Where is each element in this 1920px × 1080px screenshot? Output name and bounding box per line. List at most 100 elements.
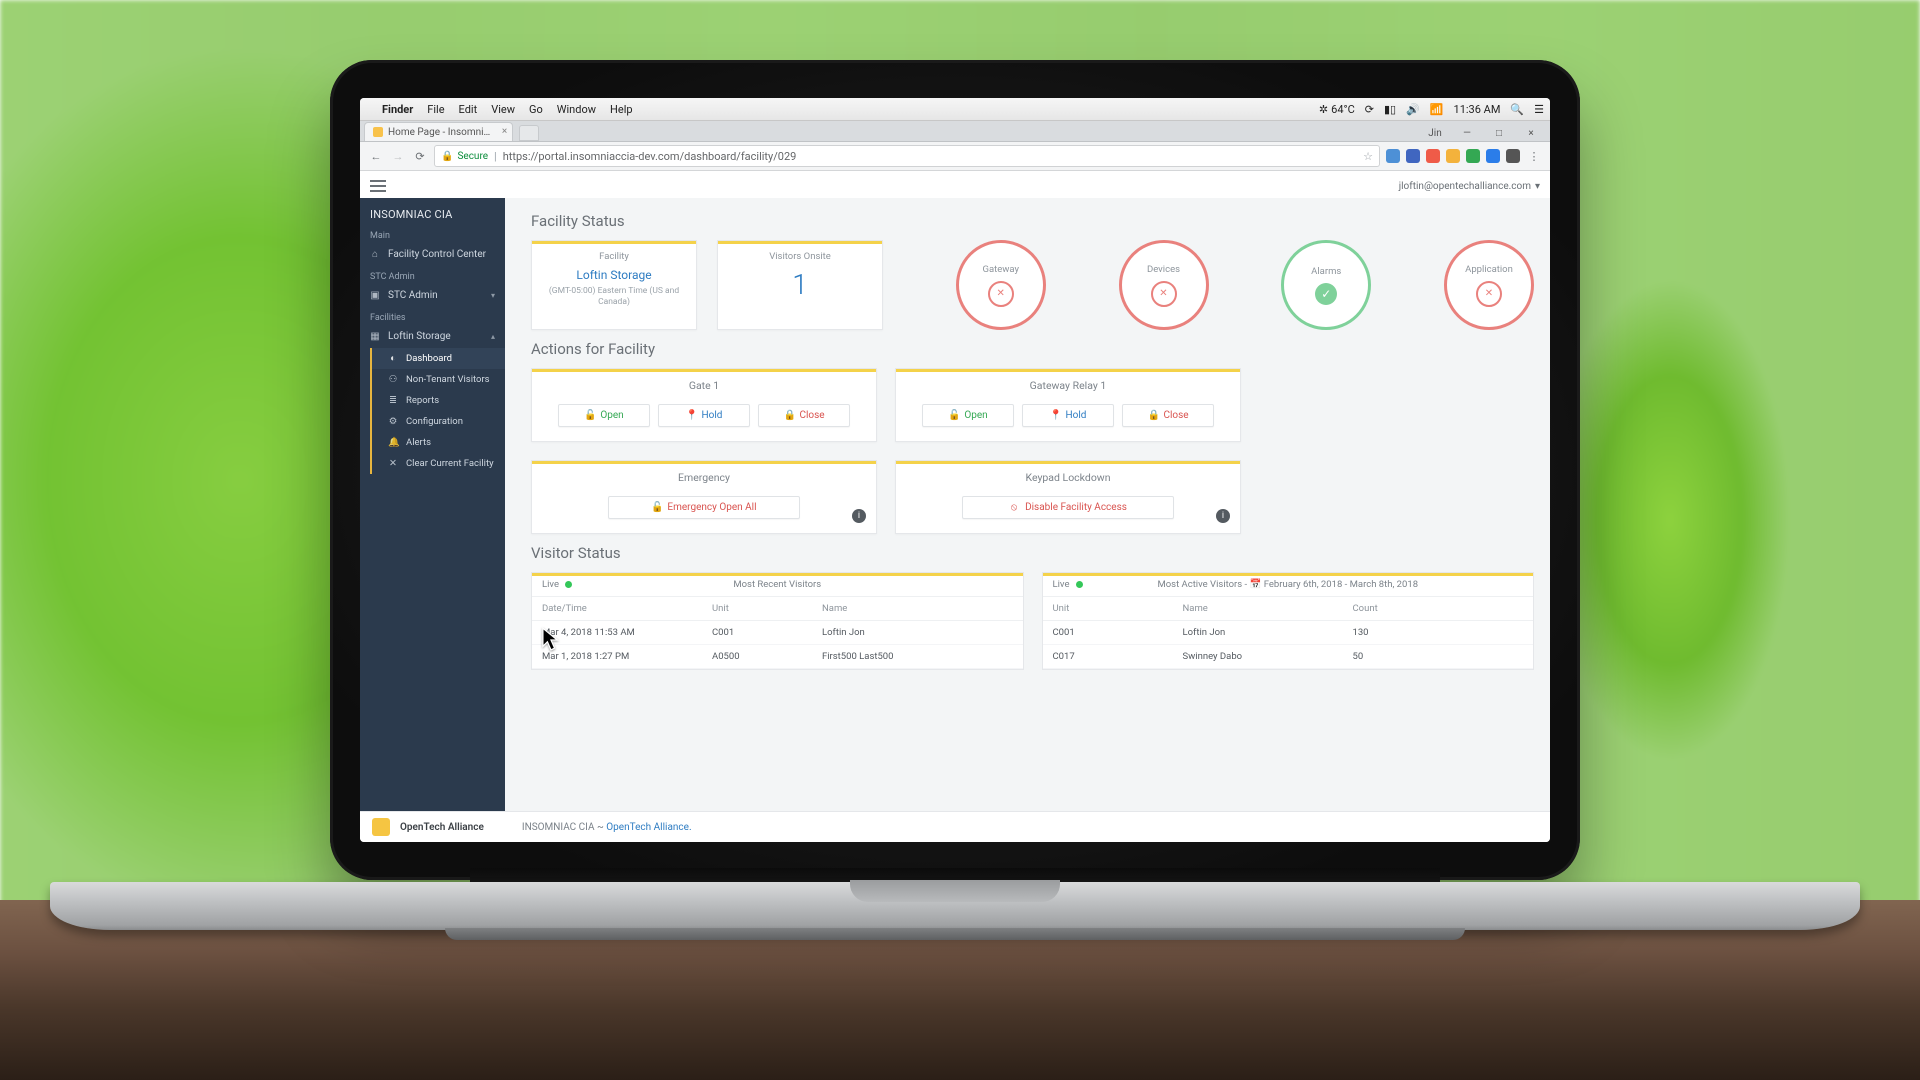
status-clock[interactable]: 11:36 AM — [1454, 103, 1501, 116]
footer-link-opentech[interactable]: OpenTech Alliance. — [606, 822, 691, 833]
sidebar-item-facility-control-center[interactable]: ⌂ Facility Control Center — [360, 243, 505, 266]
window-close-button[interactable]: × — [1516, 125, 1546, 141]
menu-go[interactable]: Go — [529, 103, 543, 116]
status-volume-icon[interactable]: 🔊 — [1406, 103, 1420, 116]
live-indicator-icon — [1076, 581, 1083, 588]
card-label: Visitors Onsite — [730, 251, 870, 262]
status-ring-devices: Devices — [1119, 240, 1209, 330]
spotlight-icon[interactable]: 🔍 — [1510, 103, 1524, 116]
address-bar[interactable]: 🔒 Secure | https://portal.insomniaccia-d… — [434, 145, 1380, 167]
sidebar-section-stc-admin: STC Admin — [360, 266, 505, 284]
check-icon: ✓ — [1315, 283, 1337, 305]
status-wifi-icon[interactable]: 📶 — [1430, 103, 1444, 116]
cell-datetime: Mar 1, 2018 1:27 PM — [542, 651, 712, 662]
hold-button[interactable]: 📍Hold — [658, 404, 750, 427]
cell-count: 50 — [1353, 651, 1524, 662]
cell-name: Loftin Jon — [1183, 627, 1353, 638]
table-header-row: Unit Name Count — [1043, 597, 1534, 621]
menu-file[interactable]: File — [427, 103, 444, 116]
close-button[interactable]: 🔒Close — [758, 404, 850, 427]
table-most-recent-visitors: Live Most Recent Visitors Date/Time Unit… — [531, 572, 1024, 670]
extension-icon[interactable] — [1446, 149, 1460, 163]
menu-edit[interactable]: Edit — [459, 103, 478, 116]
action-card-keypad-lockdown: Keypad Lockdown ⦸ Disable Facility Acces… — [895, 460, 1241, 534]
nav-reload-button[interactable]: ⟳ — [412, 150, 428, 163]
control-center-icon[interactable]: ☰ — [1534, 103, 1544, 116]
table-header-row: Date/Time Unit Name — [532, 597, 1023, 621]
browser-menu-button[interactable]: ⋮ — [1526, 150, 1542, 163]
sidebar-item-stc-admin[interactable]: ▣ STC Admin ▾ — [360, 284, 505, 307]
extension-icons: ⋮ — [1386, 149, 1542, 163]
extension-icon[interactable] — [1486, 149, 1500, 163]
sidebar-toggle-button[interactable] — [370, 180, 386, 192]
hold-button[interactable]: 📍Hold — [1022, 404, 1114, 427]
sidebar-subitem-configuration[interactable]: ⚙ Configuration — [372, 411, 505, 432]
extension-icon[interactable] — [1426, 149, 1440, 163]
sidebar-section-facilities: Facilities — [360, 307, 505, 325]
extension-icon[interactable] — [1406, 149, 1420, 163]
sidebar-item-label: Facility Control Center — [388, 249, 486, 260]
nav-back-button[interactable]: ← — [368, 150, 384, 163]
tab-close-icon[interactable]: × — [502, 126, 507, 137]
open-button[interactable]: 🔓Open — [558, 404, 650, 427]
footer-brand: OpenTech Alliance — [400, 822, 484, 833]
status-ring-alarms: Alarms ✓ — [1281, 240, 1371, 330]
sidebar-brand: INSOMNIAC CIA — [360, 198, 505, 225]
mac-menubar: Finder File Edit View Go Window Help ✲ 6… — [360, 98, 1550, 121]
table-row[interactable]: Mar 4, 2018 11:53 AM C001 Loftin Jon — [532, 621, 1023, 645]
window-minimize-button[interactable]: — — [1452, 125, 1482, 141]
tab-favicon — [373, 127, 383, 137]
facility-name-link[interactable]: Loftin Storage — [544, 268, 684, 282]
browser-tab-active[interactable]: Home Page - Insomni… × — [364, 122, 513, 141]
opentech-logo-icon — [372, 818, 390, 836]
new-tab-button[interactable] — [519, 125, 539, 141]
sidebar-subitem-reports[interactable]: ≣ Reports — [372, 390, 505, 411]
cell-name: Loftin Jon — [822, 627, 1013, 638]
sidebar-subitem-dashboard[interactable]: ◐ Dashboard — [372, 348, 505, 369]
info-icon[interactable]: i — [852, 509, 866, 523]
extension-icon[interactable] — [1506, 149, 1520, 163]
status-battery-icon[interactable]: ▮▯ — [1384, 103, 1396, 116]
status-sync-icon[interactable]: ⟳ — [1365, 103, 1374, 116]
content-area[interactable]: Facility Status Facility Loftin Storage … — [505, 198, 1550, 812]
user-menu[interactable]: jloftin@opentechalliance.com ▾ — [1399, 181, 1540, 192]
browser-toolbar: ← → ⟳ 🔒 Secure | https://portal.insomnia… — [360, 142, 1550, 171]
disable-facility-access-button[interactable]: ⦸ Disable Facility Access — [962, 496, 1174, 519]
bookmark-star-icon[interactable]: ☆ — [1363, 150, 1373, 163]
extension-icon[interactable] — [1466, 149, 1480, 163]
sidebar-subitem-clear-current-facility[interactable]: ✕ Clear Current Facility — [372, 453, 505, 474]
visitors-onsite-card: Visitors Onsite 1 — [717, 240, 883, 330]
report-icon: ≣ — [388, 395, 398, 406]
menu-help[interactable]: Help — [610, 103, 633, 116]
sidebar-subitem-alerts[interactable]: 🔔 Alerts — [372, 432, 505, 453]
sidebar-item-loftin-storage[interactable]: ▦ Loftin Storage ▴ — [360, 325, 505, 348]
info-icon[interactable]: i — [1216, 509, 1230, 523]
chevron-up-icon: ▴ — [491, 332, 495, 341]
status-fan-icon[interactable]: ✲ 64°C — [1319, 103, 1355, 116]
secure-badge: 🔒 Secure — [441, 151, 488, 162]
extension-icon[interactable] — [1386, 149, 1400, 163]
window-maximize-button[interactable]: □ — [1484, 125, 1514, 141]
ring-label: Gateway — [982, 264, 1019, 275]
nav-forward-button[interactable]: → — [390, 150, 406, 163]
table-row[interactable]: C001 Loftin Jon 130 — [1043, 621, 1534, 645]
bell-icon: 🔔 — [388, 437, 398, 448]
sidebar-item-label: Reports — [406, 395, 439, 406]
emergency-open-all-button[interactable]: 🔓 Emergency Open All — [608, 496, 800, 519]
section-title-visitor-status: Visitor Status — [531, 544, 1534, 562]
table-row[interactable]: C017 Swinney Dabo 50 — [1043, 645, 1534, 669]
lock-icon: 🔒 — [1147, 410, 1157, 421]
table-row[interactable]: Mar 1, 2018 1:27 PM A0500 First500 Last5… — [532, 645, 1023, 669]
menu-view[interactable]: View — [491, 103, 515, 116]
menu-window[interactable]: Window — [557, 103, 596, 116]
footer-app-name: INSOMNIAC CIA — [522, 822, 595, 833]
laptop-foot — [445, 928, 1465, 940]
window-user-label: Jin — [1420, 125, 1450, 141]
active-app-name[interactable]: Finder — [382, 103, 413, 116]
sidebar-subitem-non-tenant-visitors[interactable]: ⚇ Non-Tenant Visitors — [372, 369, 505, 390]
open-button[interactable]: 🔓Open — [922, 404, 1014, 427]
col-header: Name — [1183, 603, 1353, 614]
close-button[interactable]: 🔒Close — [1122, 404, 1214, 427]
status-ring-gateway: Gateway — [956, 240, 1046, 330]
action-card-relay1: Gateway Relay 1 🔓Open 📍Hold 🔒Close — [895, 368, 1241, 442]
